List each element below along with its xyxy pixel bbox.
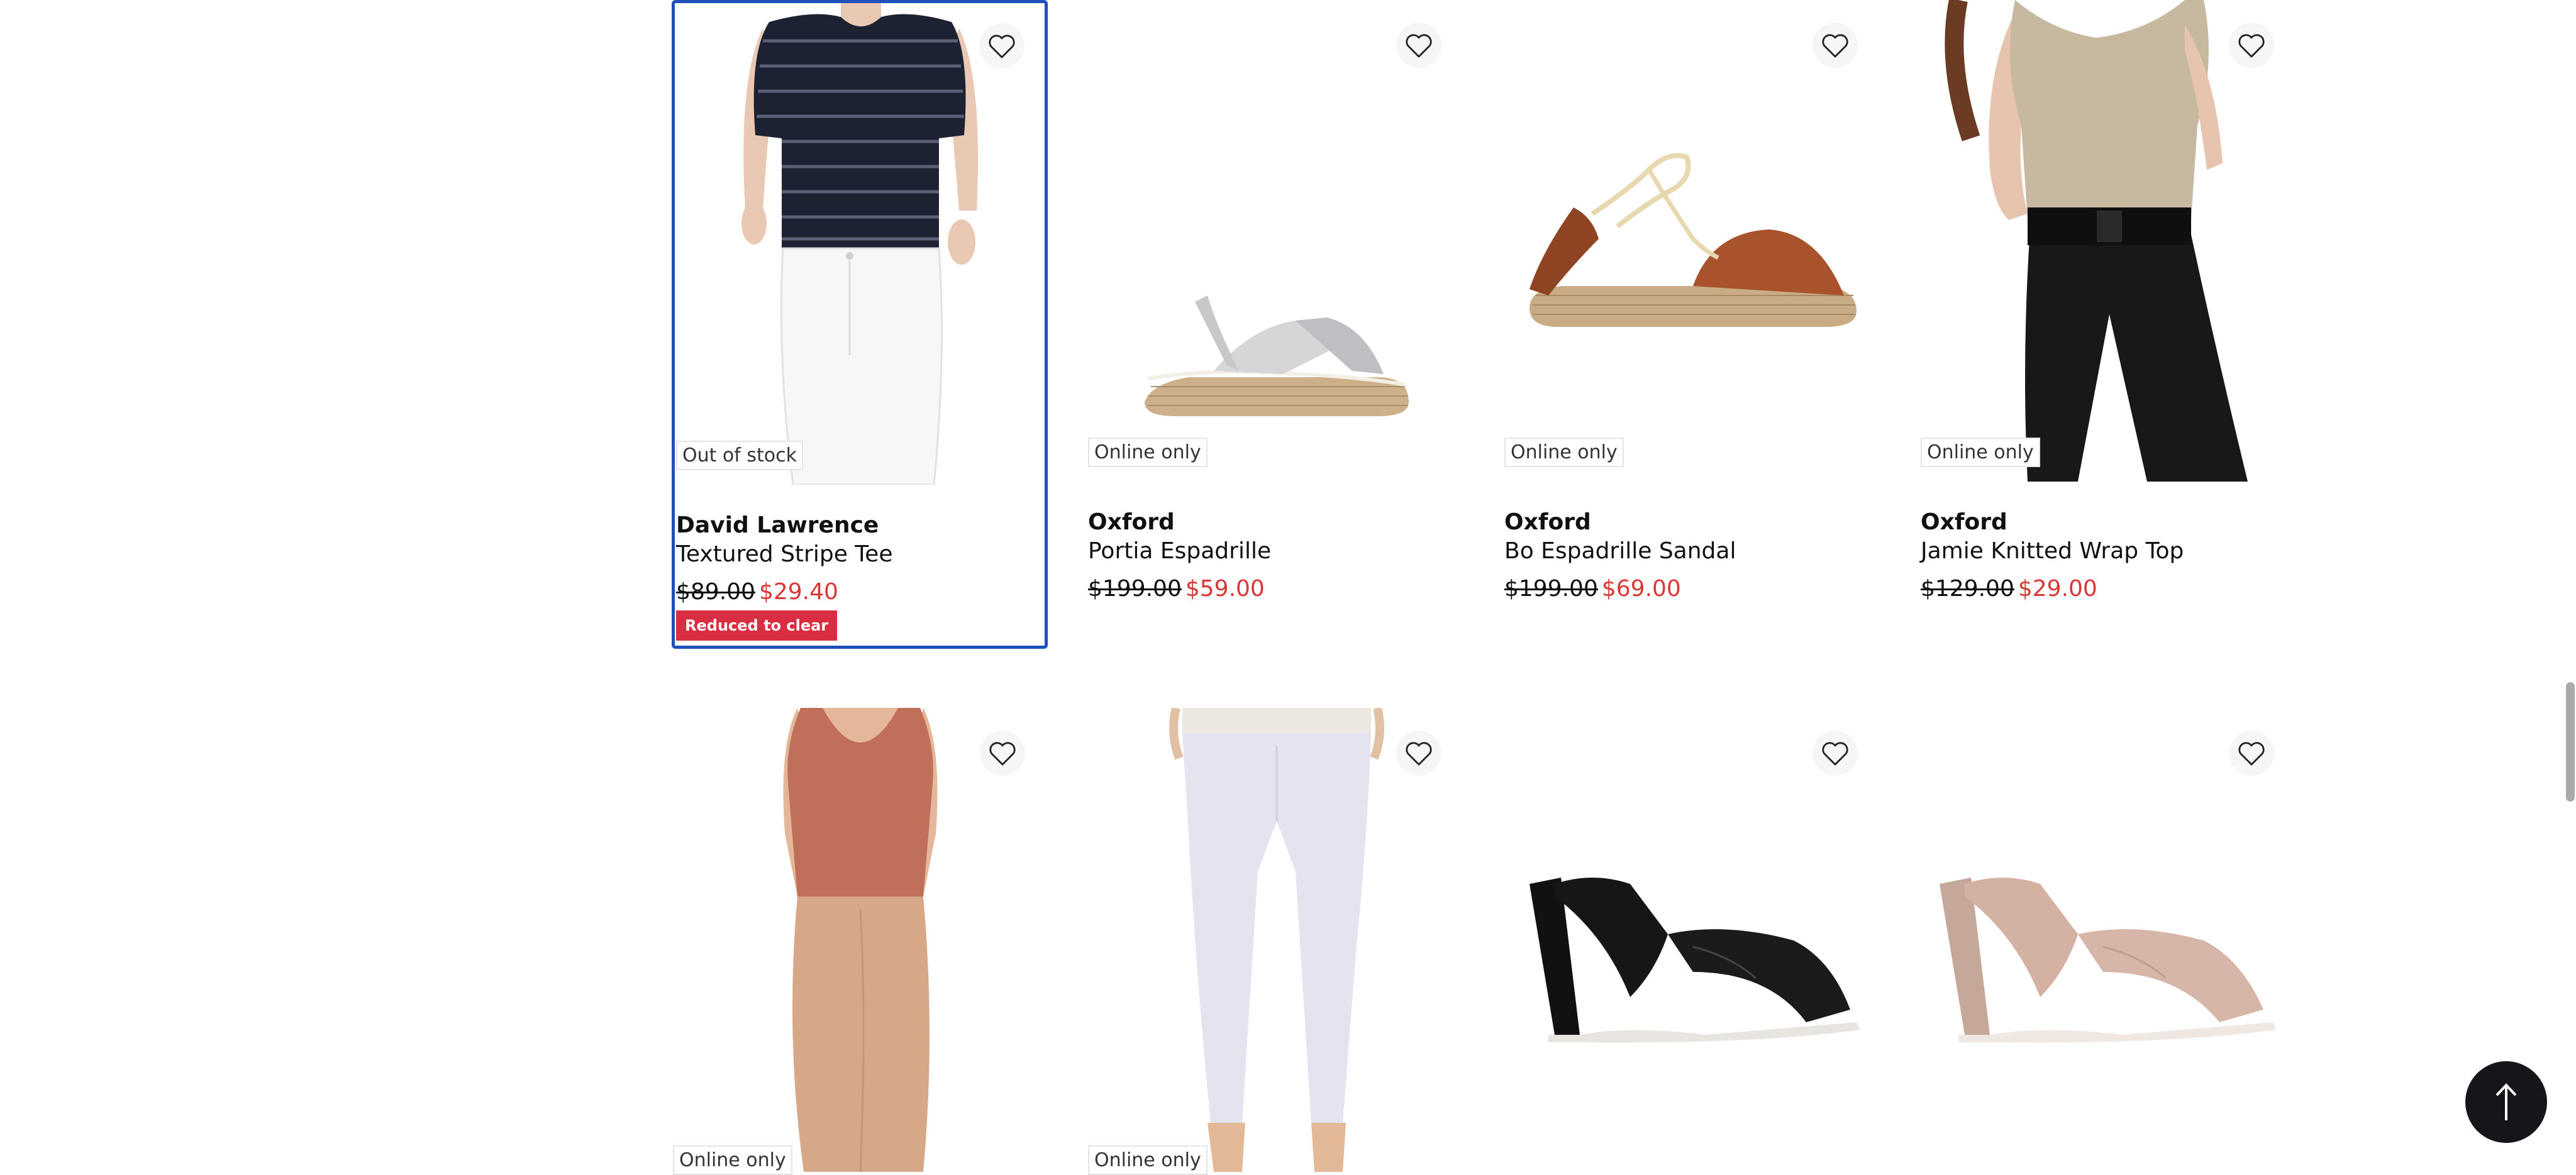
product-card[interactable]: Online only Oxford Portia Espadrille $19… [1088, 0, 1464, 629]
product-brand[interactable]: Oxford [1504, 509, 1591, 535]
availability-badge: Online only [1088, 1145, 1208, 1175]
product-image[interactable] [1088, 0, 1464, 482]
product-image[interactable] [675, 3, 1045, 485]
product-image[interactable] [1921, 0, 2297, 482]
page-scrollbar-thumb[interactable] [2566, 682, 2575, 802]
wishlist-button[interactable] [2229, 23, 2274, 68]
reduced-to-clear-badge: Reduced to clear [676, 610, 838, 641]
heart-icon [1822, 742, 1848, 766]
wishlist-button[interactable] [1813, 731, 1858, 776]
product-name[interactable]: Jamie Knitted Wrap Top [1921, 538, 2184, 564]
original-price: $129.00 [1921, 576, 2014, 602]
product-price: $89.00 $29.40 [676, 579, 838, 605]
wishlist-button[interactable] [980, 731, 1025, 776]
heart-icon [1822, 34, 1848, 58]
sale-price: $69.00 [1601, 576, 1681, 602]
product-card[interactable] [1504, 708, 1880, 1172]
product-brand[interactable]: Oxford [1921, 509, 2007, 535]
wishlist-button[interactable] [2229, 731, 2274, 776]
original-price: $89.00 [676, 579, 755, 605]
sale-price: $59.00 [1185, 576, 1265, 602]
product-image[interactable] [672, 708, 1048, 1172]
product-price: $129.00 $29.00 [1921, 576, 2097, 602]
availability-badge: Online only [673, 1145, 792, 1175]
product-brand[interactable]: David Lawrence [676, 512, 879, 538]
heart-icon [2238, 34, 2265, 58]
product-name[interactable]: Portia Espadrille [1088, 538, 1271, 564]
product-card[interactable]: Online only [672, 708, 1048, 1175]
product-card[interactable]: Online only [1088, 708, 1464, 1175]
original-price: $199.00 [1504, 576, 1598, 602]
product-image[interactable] [1504, 0, 1880, 482]
product-image[interactable] [1088, 708, 1464, 1172]
stock-badge: Out of stock [676, 441, 803, 470]
availability-badge: Online only [1921, 438, 2040, 467]
back-to-top-button[interactable] [2465, 1061, 2547, 1143]
wishlist-button[interactable] [979, 23, 1024, 69]
product-card[interactable]: Out of stock David Lawrence Textured Str… [672, 0, 1048, 649]
original-price: $199.00 [1088, 576, 1182, 602]
product-image[interactable] [1504, 708, 1880, 1172]
wishlist-button[interactable] [1396, 23, 1441, 68]
product-price: $199.00 $59.00 [1088, 576, 1265, 602]
sale-price: $29.40 [758, 579, 838, 605]
product-card[interactable] [1921, 708, 2297, 1172]
sale-price: $29.00 [2018, 576, 2097, 602]
availability-badge: Online only [1088, 438, 1208, 467]
heart-icon [989, 35, 1015, 58]
heart-icon [2238, 742, 2265, 766]
product-image[interactable] [1921, 708, 2297, 1172]
heart-icon [1406, 34, 1432, 58]
wishlist-button[interactable] [1813, 23, 1858, 68]
wishlist-button[interactable] [1396, 731, 1441, 776]
product-brand[interactable]: Oxford [1088, 509, 1175, 535]
product-name[interactable]: Textured Stripe Tee [676, 541, 892, 567]
product-price: $199.00 $69.00 [1504, 576, 1681, 602]
availability-badge: Online only [1504, 438, 1624, 467]
heart-icon [1406, 742, 1432, 766]
product-card[interactable]: Online only Oxford Bo Espadrille Sandal … [1504, 0, 1880, 629]
product-card[interactable]: Online only Oxford Jamie Knitted Wrap To… [1921, 0, 2297, 629]
heart-icon [989, 742, 1016, 766]
product-name[interactable]: Bo Espadrille Sandal [1504, 538, 1736, 564]
arrow-up-icon [2496, 1083, 2517, 1120]
